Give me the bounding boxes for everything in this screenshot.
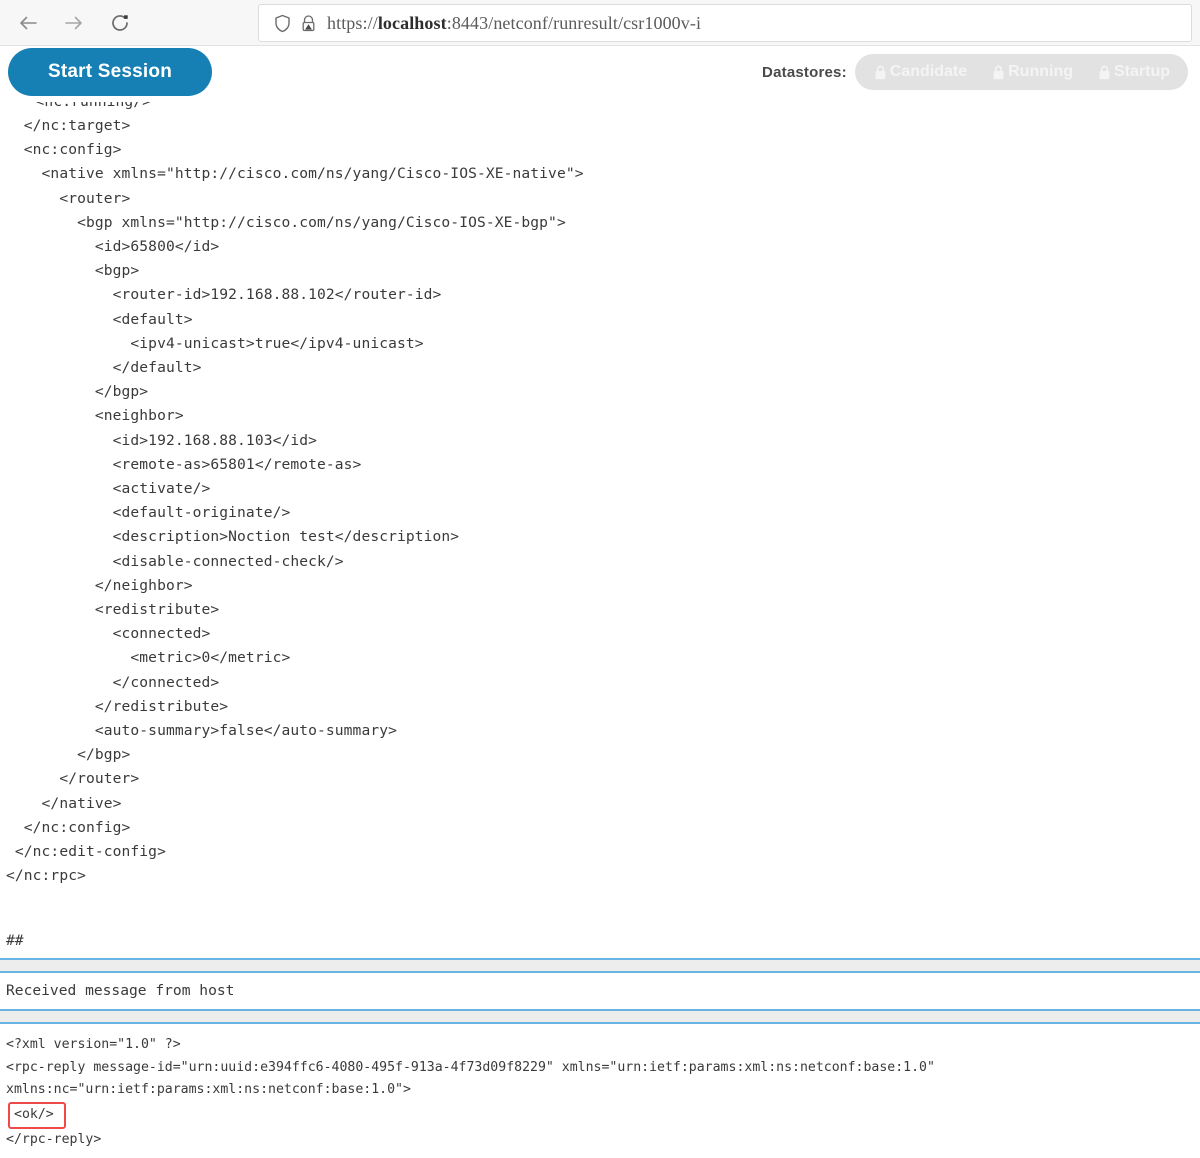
received-panel-top-strip: [0, 960, 1200, 973]
datastores-toolbar: Datastores: Candidate Runn: [762, 54, 1188, 90]
rpc-reply-line-5: </rpc-reply>: [6, 1129, 1200, 1152]
back-button[interactable]: [8, 6, 48, 40]
received-message-panel: Received message from host: [0, 958, 1200, 1024]
lock-warning-icon[interactable]: [295, 14, 321, 33]
browser-nav-buttons: [0, 6, 140, 40]
datastore-running[interactable]: Running: [979, 63, 1085, 81]
address-bar[interactable]: https://localhost:8443/netconf/runresult…: [258, 4, 1192, 42]
netconf-console: <nc:running/> </nc:target> <nc:config> <…: [0, 102, 1200, 1152]
request-clipped-line: <nc:running/>: [0, 102, 1200, 114]
reload-icon: [109, 12, 131, 34]
rpc-reply-line-1: <?xml version="1.0" ?>: [6, 1034, 1200, 1057]
lock-icon: [1097, 64, 1112, 81]
datastores-pill: Candidate Running Startu: [855, 54, 1188, 90]
ok-status-highlight: <ok/>: [8, 1102, 66, 1130]
datastore-running-label: Running: [1008, 63, 1073, 81]
browser-chrome: https://localhost:8443/netconf/runresult…: [0, 0, 1200, 46]
request-xml-block[interactable]: </nc:target> <nc:config> <native xmlns="…: [0, 114, 1200, 924]
datastore-startup[interactable]: Startup: [1085, 63, 1182, 81]
rpc-reply-ok-line: <ok/>: [6, 1102, 1200, 1130]
datastore-candidate-label: Candidate: [890, 63, 967, 81]
lock-icon: [991, 64, 1006, 81]
request-xml-text: </nc:target> <nc:config> <native xmlns="…: [6, 114, 1200, 889]
datastore-candidate[interactable]: Candidate: [861, 63, 979, 81]
app-header: Start Session Datastores: Candidate: [0, 46, 1200, 102]
lock-icon: [873, 64, 888, 81]
datastore-startup-label: Startup: [1114, 63, 1170, 81]
received-message-title: Received message from host: [0, 973, 1200, 1009]
request-clipped-text: <nc:running/>: [0, 102, 1200, 114]
datastores-label: Datastores:: [762, 64, 847, 81]
rpc-reply-line-3: xmlns:nc="urn:ietf:params:xml:ns:netconf…: [6, 1079, 1200, 1102]
reload-button[interactable]: [100, 6, 140, 40]
chunk-end-marker: ##: [0, 924, 1200, 958]
forward-button[interactable]: [54, 6, 94, 40]
rpc-reply-block[interactable]: <?xml version="1.0" ?> <rpc-reply messag…: [0, 1024, 1200, 1152]
start-session-button[interactable]: Start Session: [8, 48, 212, 96]
received-panel-bottom-strip: [0, 1009, 1200, 1022]
rpc-reply-line-2: <rpc-reply message-id="urn:uuid:e394ffc6…: [6, 1057, 1200, 1080]
shield-icon[interactable]: [269, 14, 295, 33]
arrow-right-icon: [63, 12, 85, 34]
arrow-left-icon: [17, 12, 39, 34]
url-text: https://localhost:8443/netconf/runresult…: [321, 13, 701, 34]
